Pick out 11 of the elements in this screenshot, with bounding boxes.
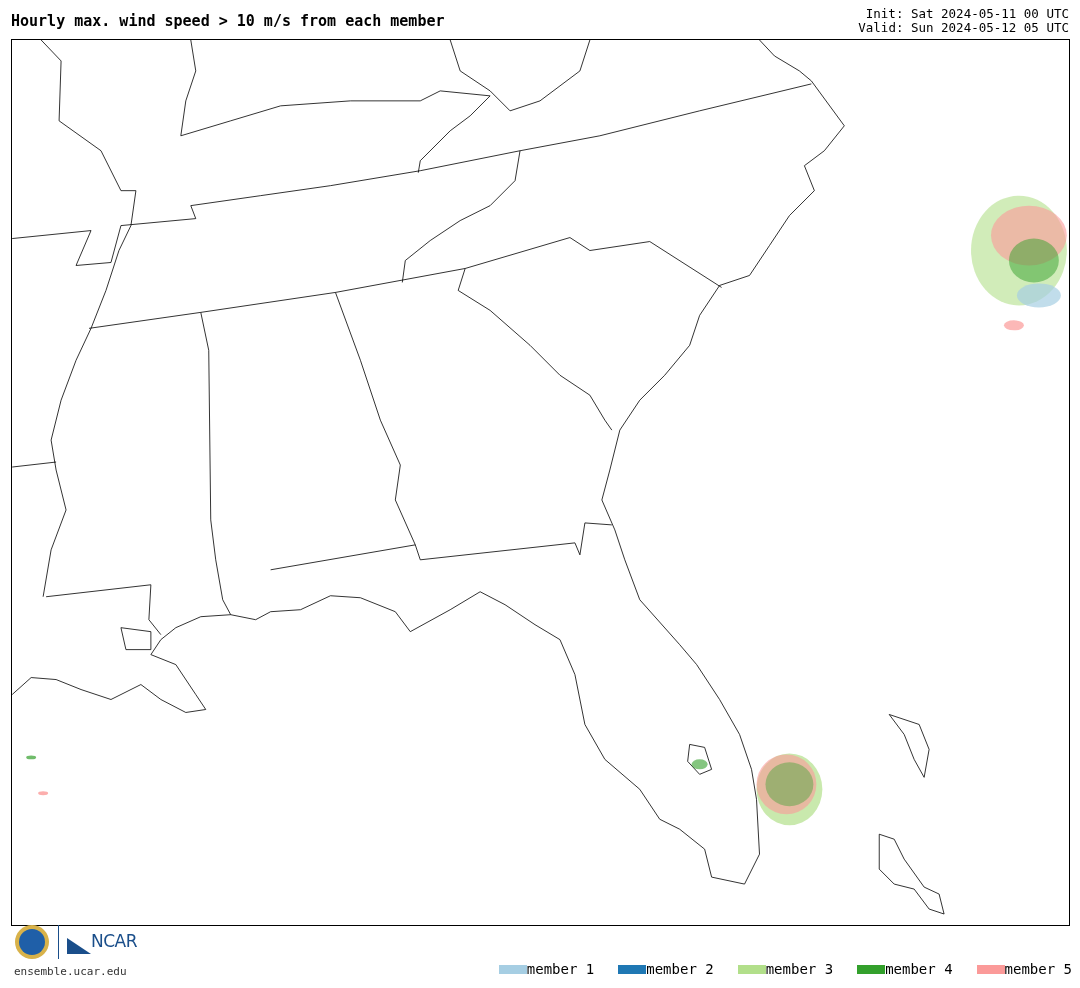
website-url: ensemble.ucar.edu [14, 963, 128, 980]
init-time: Init: Sat 2024-05-11 00 UTC [864, 7, 1069, 21]
legend-label: member 5 [1004, 960, 1072, 979]
ncar-logo: NCAR [67, 928, 138, 955]
legend-label: member 3 [765, 960, 834, 979]
legend-label: member 2 [646, 960, 714, 979]
seal-logo-icon [14, 923, 50, 960]
valid-time: Valid: Sun 2024-05-12 05 UTC [858, 21, 1069, 35]
legend-label: member 4 [885, 960, 953, 979]
chart-title: Hourly max. wind speed > 10 m/s from each member [11, 13, 445, 30]
legend-label: member 1 [526, 960, 595, 979]
